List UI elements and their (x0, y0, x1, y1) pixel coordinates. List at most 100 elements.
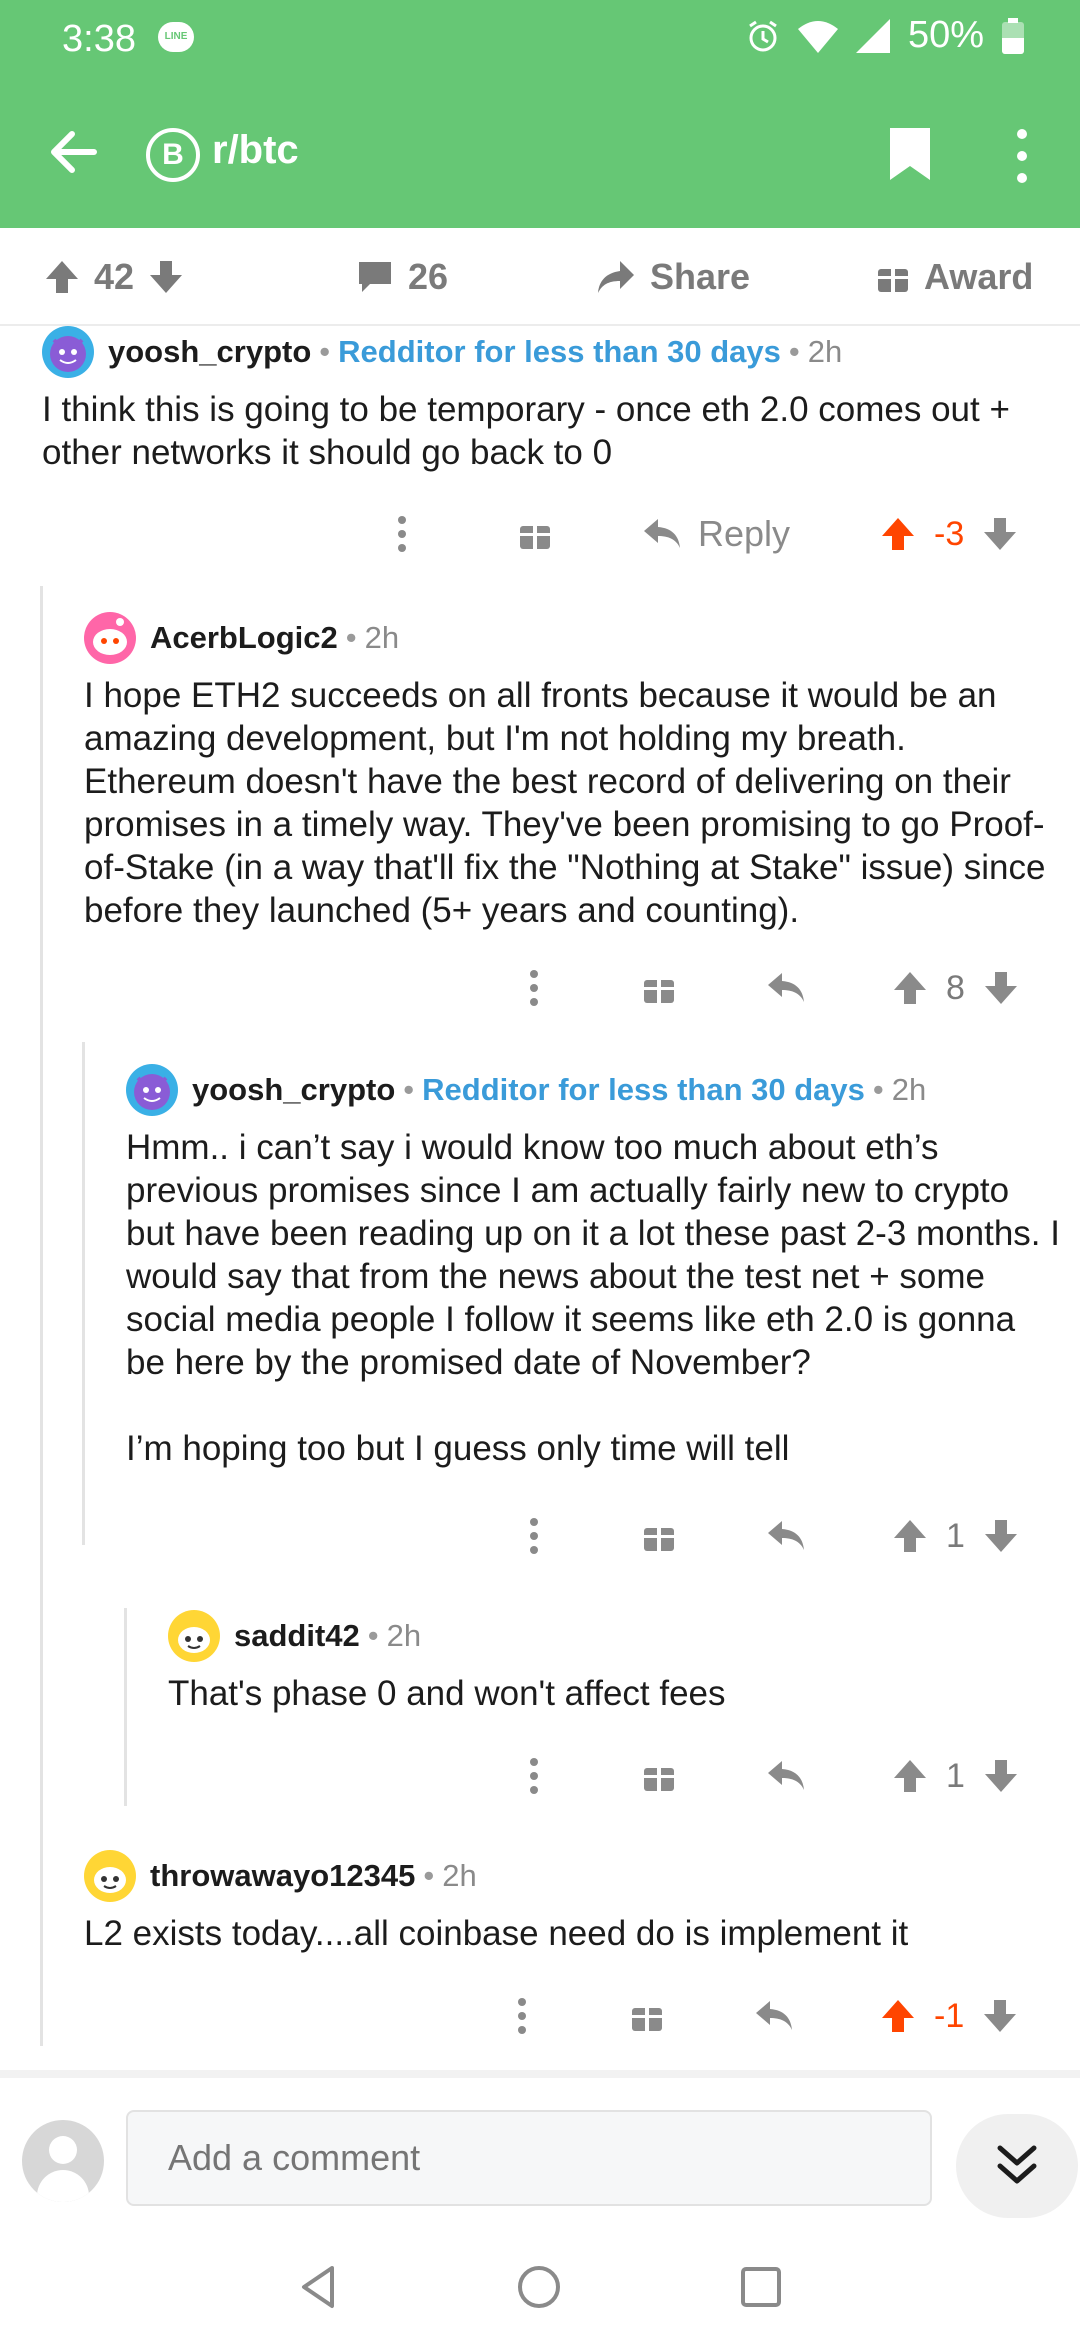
more-options-icon[interactable] (1002, 126, 1042, 186)
downvote-icon[interactable] (148, 259, 184, 295)
comment-score: 1 (946, 1756, 965, 1795)
comment-icon (359, 262, 391, 292)
gift-icon (878, 266, 908, 292)
snoo-icon (94, 1867, 126, 1893)
reply-icon[interactable] (766, 1506, 806, 1566)
comment-score: -1 (934, 1996, 965, 2035)
avatar[interactable] (168, 1610, 220, 1662)
downvote-icon[interactable] (983, 1758, 1019, 1794)
user-avatar[interactable] (22, 2120, 104, 2202)
alarm-icon (749, 20, 777, 51)
reply-icon[interactable] (754, 1986, 794, 2046)
vote-group: -3 (880, 504, 1018, 564)
username[interactable]: saddit42 (234, 1618, 360, 1654)
collapse-comments-button[interactable] (956, 2114, 1078, 2218)
comment-header: yoosh_crypto • Redditor for less than 30… (42, 326, 1052, 378)
more-options-icon[interactable] (528, 1746, 540, 1806)
comment-age: 2h (364, 620, 400, 655)
avatar[interactable] (84, 612, 136, 664)
comment-count: 26 (408, 256, 449, 297)
reply-icon[interactable] (766, 1746, 806, 1806)
more-options-icon[interactable] (396, 504, 408, 564)
share-icon (598, 261, 634, 293)
more-options-icon[interactable] (528, 1506, 540, 1566)
share-button[interactable]: Share (596, 256, 750, 298)
nav-back-icon[interactable] (296, 2264, 342, 2310)
vote-group: 1 (892, 1746, 1019, 1806)
comment: yoosh_crypto • Redditor for less than 30… (126, 1064, 1061, 1470)
comment-body: Hmm.. i can’t say i would know too much … (126, 1128, 1060, 1468)
more-options-icon[interactable] (528, 958, 540, 1018)
upvote-icon[interactable] (880, 516, 916, 552)
comment-input[interactable] (126, 2110, 932, 2206)
comment: saddit42 • 2h That's phase 0 and won't a… (168, 1610, 1058, 1715)
avatar[interactable] (84, 1850, 136, 1902)
comment: AcerbLogic2 • 2h I hope ETH2 succeeds on… (84, 612, 1059, 932)
upvote-icon[interactable] (892, 1518, 928, 1554)
post-vote: 42 (44, 256, 184, 298)
status-right: 50% (746, 14, 1024, 57)
comment: throwawayo12345 • 2h L2 exists today....… (84, 1850, 1059, 1955)
avatar[interactable] (126, 1064, 178, 1116)
vote-group: 1 (892, 1506, 1019, 1566)
app-bar: B r/btc (0, 100, 1080, 210)
bookmark-icon[interactable] (888, 126, 932, 182)
comment-body: L2 exists today....all coinbase need do … (84, 1914, 909, 1953)
avatar[interactable] (42, 326, 94, 378)
gift-icon[interactable] (630, 1986, 664, 2046)
upvote-icon[interactable] (892, 1758, 928, 1794)
upvote-icon[interactable] (892, 970, 928, 1006)
nav-recents-icon[interactable] (740, 2266, 782, 2308)
award-button[interactable]: Award (876, 256, 1033, 298)
comment-actions: 1 (0, 1746, 1080, 1806)
downvote-icon[interactable] (982, 516, 1018, 552)
upvote-icon[interactable] (44, 259, 80, 295)
comment-header: yoosh_crypto • Redditor for less than 30… (126, 1064, 1061, 1116)
nav-home-icon[interactable] (516, 2264, 562, 2310)
devil-snoo-icon (50, 336, 86, 372)
subreddit-icon[interactable]: B (146, 128, 200, 182)
comment-score: 1 (946, 1516, 965, 1555)
gift-icon[interactable] (642, 1746, 676, 1806)
line-notification-icon: LINE (158, 22, 194, 52)
subreddit-title[interactable]: r/btc (212, 128, 299, 173)
more-options-icon[interactable] (516, 1986, 528, 2046)
back-arrow-icon[interactable] (44, 122, 104, 182)
post-score: 42 (94, 256, 135, 297)
comment-actions: 1 (0, 1506, 1080, 1566)
reply-label: Reply (698, 513, 791, 554)
comment-body: I think this is going to be temporary - … (42, 390, 1020, 472)
award-label: Award (924, 256, 1034, 297)
reply-button[interactable]: Reply (642, 504, 790, 564)
comment-age: 2h (442, 1858, 477, 1893)
status-time: 3:38 (62, 18, 136, 60)
username[interactable]: yoosh_crypto (108, 334, 311, 370)
devil-snoo-icon (134, 1074, 170, 1110)
gift-icon[interactable] (518, 504, 552, 564)
snoo-icon (93, 618, 127, 655)
system-nav-bar (0, 2230, 1080, 2340)
signal-icon (855, 18, 890, 53)
comment-body: That's phase 0 and won't affect fees (168, 1674, 726, 1713)
battery-percent: 50% (907, 14, 984, 56)
share-label: Share (650, 256, 751, 297)
wifi-icon (797, 20, 838, 53)
username[interactable]: yoosh_crypto (192, 1072, 395, 1108)
double-chevron-down-icon (997, 2145, 1037, 2184)
reply-icon (644, 519, 680, 548)
downvote-icon[interactable] (983, 1518, 1019, 1554)
comment-header: AcerbLogic2 • 2h (84, 612, 1059, 664)
thread-line (40, 586, 43, 2046)
vote-group: 8 (892, 958, 1019, 1018)
reply-icon[interactable] (766, 958, 806, 1018)
comment-actions: Reply -3 (0, 504, 1080, 564)
upvote-icon[interactable] (880, 1998, 916, 2034)
downvote-icon[interactable] (982, 1998, 1018, 2034)
comment-score: 8 (946, 968, 965, 1007)
gift-icon[interactable] (642, 958, 676, 1018)
username[interactable]: AcerbLogic2 (150, 620, 338, 656)
username[interactable]: throwawayo12345 (150, 1858, 415, 1894)
gift-icon[interactable] (642, 1506, 676, 1566)
downvote-icon[interactable] (983, 970, 1019, 1006)
comments-button[interactable]: 26 (356, 256, 448, 298)
